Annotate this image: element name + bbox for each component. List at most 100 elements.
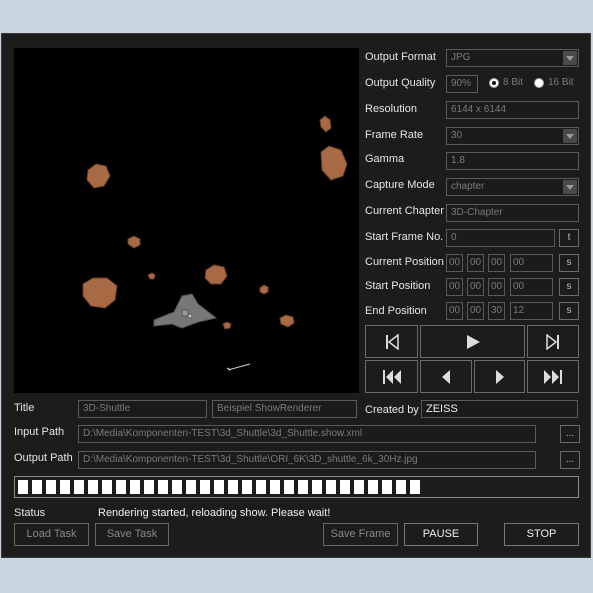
title-input[interactable]: 3D-Shuttle: [78, 400, 207, 418]
status-label: Status: [14, 507, 46, 519]
progress-segment: [130, 480, 140, 494]
start-frame-input[interactable]: 0: [446, 229, 555, 247]
current-position-seconds[interactable]: 00: [488, 254, 505, 272]
status-text: Rendering started, reloading show. Pleas…: [98, 507, 331, 519]
progress-segment: [312, 480, 322, 494]
progress-segment: [368, 480, 378, 494]
progress-segment: [158, 480, 168, 494]
fast-forward-button[interactable]: [527, 360, 579, 393]
progress-segment: [396, 480, 406, 494]
output-path-browse-button[interactable]: ...: [560, 451, 580, 469]
current-position-s-button[interactable]: s: [559, 254, 579, 272]
progress-segment: [284, 480, 294, 494]
radio-8bit-label: 8 Bit: [503, 77, 524, 88]
progress-segment: [74, 480, 84, 494]
progress-segment: [270, 480, 280, 494]
frame-rate-label: Frame Rate: [365, 129, 424, 141]
end-position-minutes[interactable]: 00: [467, 302, 484, 320]
end-position-s-button[interactable]: s: [559, 302, 579, 320]
save-frame-button[interactable]: Save Frame: [323, 523, 398, 546]
resolution-label: Resolution: [365, 103, 417, 115]
end-position-hours[interactable]: 00: [446, 302, 463, 320]
gamma-label: Gamma: [365, 153, 405, 165]
pause-button[interactable]: PAUSE: [404, 523, 478, 546]
asteroid: [259, 284, 269, 295]
progress-segment: [200, 480, 210, 494]
step-back-button[interactable]: [420, 360, 472, 393]
current-position-minutes[interactable]: 00: [467, 254, 484, 272]
output-quality-input[interactable]: 90%: [446, 75, 478, 93]
input-path-input[interactable]: D:\Media\Komponenten-TEST\3d_Shuttle\3d_…: [78, 425, 536, 443]
start-position-hours[interactable]: 00: [446, 278, 463, 296]
asteroid: [320, 145, 348, 181]
load-task-button[interactable]: Load Task: [14, 523, 89, 546]
progress-segment: [354, 480, 364, 494]
progress-segment: [46, 480, 56, 494]
capture-mode-value: chapter: [451, 181, 485, 192]
chevron-down-icon: [563, 51, 577, 65]
asteroid: [127, 235, 141, 249]
output-path-input[interactable]: D:\Media\Komponenten-TEST\3d_Shuttle\ORI…: [78, 451, 536, 469]
asteroid: [222, 321, 232, 330]
asteroid: [86, 163, 111, 189]
chevron-down-icon: [563, 129, 577, 143]
progress-segment: [32, 480, 42, 494]
go-to-start-button[interactable]: [365, 325, 418, 358]
frame-rate-value: 30: [451, 130, 463, 141]
resolution-input[interactable]: 6144 x 6144: [446, 101, 579, 119]
rewind-button[interactable]: [365, 360, 418, 393]
created-by-input[interactable]: ZEISS: [421, 400, 578, 418]
title-label: Title: [14, 402, 35, 414]
play-icon: [466, 334, 480, 349]
start-position-minutes[interactable]: 00: [467, 278, 484, 296]
go-to-end-button[interactable]: [527, 325, 579, 358]
progress-segment: [144, 480, 154, 494]
start-position-frames[interactable]: 00: [510, 278, 553, 296]
start-position-s-button[interactable]: s: [559, 278, 579, 296]
output-path-label: Output Path: [14, 452, 73, 464]
current-position-label: Current Position: [365, 256, 444, 268]
render-preview: [14, 48, 359, 393]
progress-segment: [298, 480, 308, 494]
progress-segment: [60, 480, 70, 494]
radio-8bit[interactable]: [489, 78, 499, 88]
rewind-icon: [382, 369, 401, 384]
capture-mode-label: Capture Mode: [365, 179, 435, 191]
progress-segment: [116, 480, 126, 494]
created-by-label: Created by: [365, 404, 419, 416]
progress-segment: [172, 480, 182, 494]
frame-rate-select[interactable]: 30: [446, 127, 579, 145]
end-position-frames[interactable]: 12: [510, 302, 553, 320]
current-position-frames[interactable]: 00: [510, 254, 553, 272]
output-format-label: Output Format: [365, 51, 436, 63]
progress-segment: [228, 480, 238, 494]
progress-segment: [18, 480, 28, 494]
asteroid: [147, 272, 156, 280]
stop-button[interactable]: STOP: [504, 523, 579, 546]
end-position-seconds[interactable]: 30: [488, 302, 505, 320]
radio-16bit[interactable]: [534, 78, 544, 88]
gamma-input[interactable]: 1.8: [446, 152, 579, 170]
step-forward-icon: [495, 369, 504, 384]
asteroid: [279, 314, 295, 328]
start-frame-label: Start Frame No.: [365, 231, 444, 243]
fast-forward-icon: [544, 369, 562, 384]
input-path-browse-button[interactable]: ...: [560, 425, 580, 443]
play-button[interactable]: [420, 325, 525, 358]
start-position-seconds[interactable]: 00: [488, 278, 505, 296]
step-forward-button[interactable]: [474, 360, 525, 393]
subtitle-input[interactable]: Beispiel ShowRenderer: [212, 400, 357, 418]
output-quality-label: Output Quality: [365, 77, 436, 89]
save-task-button[interactable]: Save Task: [95, 523, 169, 546]
current-position-hours[interactable]: 00: [446, 254, 463, 272]
space-shuttle: [153, 293, 218, 329]
progress-segment: [186, 480, 196, 494]
capture-mode-select[interactable]: chapter: [446, 178, 579, 196]
start-frame-t-button[interactable]: t: [559, 229, 579, 247]
output-format-select[interactable]: JPG: [446, 49, 579, 67]
asteroid: [82, 277, 118, 309]
asteroid: [319, 115, 332, 133]
current-chapter-label: Current Chapter: [365, 205, 444, 217]
skip-start-icon: [385, 333, 399, 350]
current-chapter-input[interactable]: 3D-Chapter: [446, 204, 579, 222]
